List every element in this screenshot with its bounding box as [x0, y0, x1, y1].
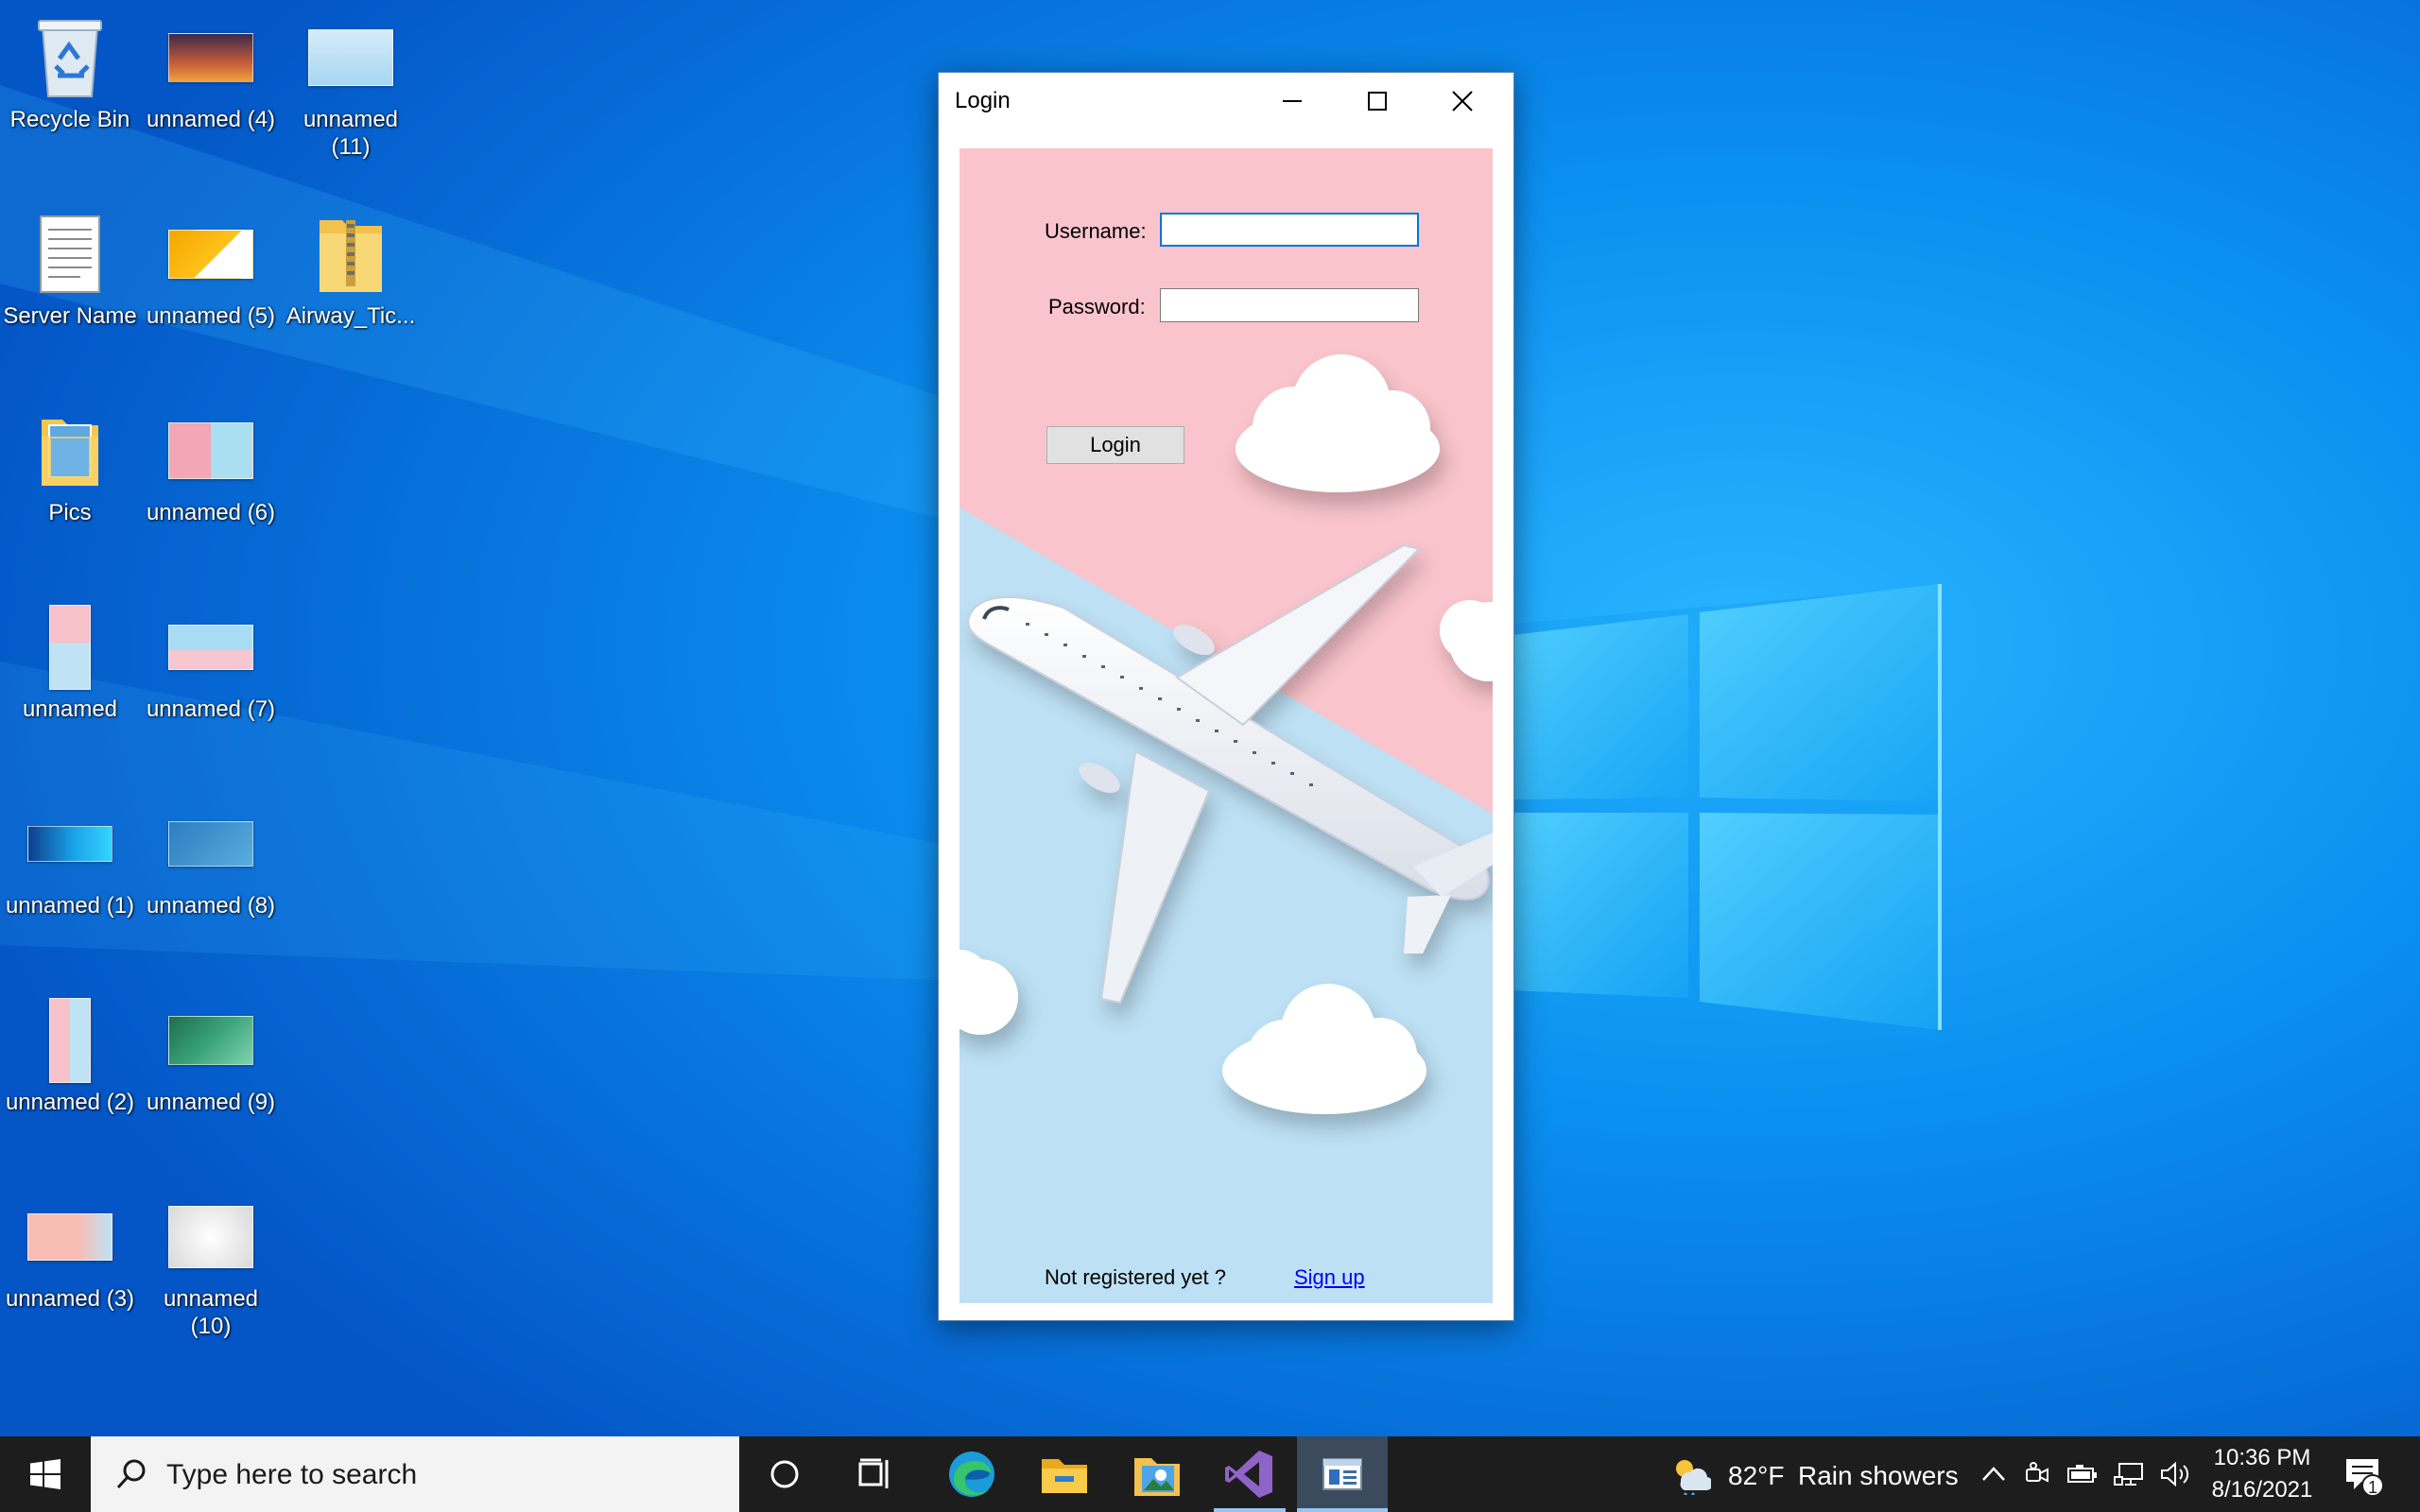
- desktop-icon-unnamed-11[interactable]: unnamed (11): [280, 15, 422, 161]
- minimize-button[interactable]: [1251, 73, 1334, 129]
- close-button[interactable]: [1421, 73, 1504, 129]
- desktop-icon-unnamed-1[interactable]: unnamed (1): [0, 801, 141, 919]
- desktop-icon-label: Pics: [48, 500, 92, 525]
- weather-temperature[interactable]: 82°F: [1728, 1461, 1784, 1491]
- clock-time[interactable]: 10:36 PM: [2212, 1445, 2312, 1471]
- image-thumbnail-icon: [27, 998, 112, 1083]
- photos-app-icon: [1134, 1458, 1180, 1496]
- desktop-icon-label: unnamed (5): [146, 303, 276, 329]
- desktop-icon-label: unnamed (4): [146, 107, 276, 132]
- login-window: Login Username: Password: Login Not regi…: [938, 72, 1514, 1321]
- login-app-icon: [1322, 1458, 1362, 1490]
- notification-count-badge: 1: [2361, 1474, 2384, 1497]
- minimize-icon: [1283, 100, 1302, 102]
- desktop-icon-recycle-bin[interactable]: Recycle Bin: [0, 15, 141, 133]
- desktop-icon-unnamed-4[interactable]: unnamed (4): [140, 15, 282, 133]
- desktop-icon-unnamed-9[interactable]: unnamed (9): [140, 998, 282, 1116]
- desktop-icon-label: Airway_Tic...: [285, 303, 416, 329]
- not-registered-text: Not registered yet ?: [1045, 1265, 1226, 1289]
- action-center-button[interactable]: 1: [2335, 1450, 2384, 1499]
- desktop-icon-unnamed[interactable]: unnamed: [0, 605, 141, 723]
- volume-icon[interactable]: [2159, 1460, 2191, 1488]
- cortana-icon: [770, 1460, 799, 1488]
- desktop-icon-unnamed-10[interactable]: unnamed (10): [140, 1194, 282, 1340]
- maximize-icon: [1368, 92, 1387, 111]
- cortana-button[interactable]: [739, 1436, 830, 1512]
- taskbar: Type here to search 82°F Rain showers 10…: [0, 1436, 2420, 1512]
- image-thumbnail-icon: [168, 408, 253, 493]
- password-input[interactable]: [1160, 288, 1419, 322]
- password-label: Password:: [1048, 295, 1146, 318]
- desktop-icon-airway-tic[interactable]: Airway_Tic...: [280, 212, 422, 330]
- file-explorer-button[interactable]: [1019, 1436, 1110, 1512]
- zip-folder-icon: [308, 212, 393, 297]
- desktop-icon-label: unnamed: [22, 696, 118, 722]
- image-thumbnail-icon: [168, 801, 253, 886]
- search-placeholder: Type here to search: [166, 1459, 418, 1490]
- desktop-icon-unnamed-3[interactable]: unnamed (3): [0, 1194, 141, 1313]
- desktop-icon-label: unnamed (2): [5, 1090, 135, 1115]
- username-label: Username:: [1045, 219, 1147, 243]
- close-icon: [1452, 91, 1473, 112]
- maximize-button[interactable]: [1336, 73, 1419, 129]
- image-thumbnail-icon: [168, 605, 253, 690]
- login-form: Username: Password: Login Not registered…: [959, 148, 1493, 1303]
- desktop-icon-unnamed-2[interactable]: unnamed (2): [0, 998, 141, 1116]
- task-view-icon: [858, 1458, 889, 1488]
- desktop-icon-label: unnamed (6): [146, 500, 276, 525]
- start-button[interactable]: [0, 1436, 91, 1512]
- desktop-icon-label: unnamed (7): [146, 696, 276, 722]
- edge-icon: [949, 1452, 994, 1497]
- edge-button[interactable]: [926, 1436, 1017, 1512]
- desktop-icon-label: unnamed (1): [5, 893, 135, 919]
- login-app-button[interactable]: [1297, 1436, 1388, 1512]
- desktop-icon-unnamed-8[interactable]: unnamed (8): [140, 801, 282, 919]
- search-icon: [116, 1459, 146, 1489]
- desktop-icon-label: unnamed (11): [302, 107, 399, 160]
- desktop-icon-unnamed-6[interactable]: unnamed (6): [140, 408, 282, 526]
- photos-button[interactable]: [1112, 1436, 1202, 1512]
- clock-date[interactable]: 8/16/2021: [2206, 1477, 2318, 1503]
- weather-icon: [1676, 1460, 1711, 1495]
- window-title: Login: [955, 88, 1011, 113]
- desktop-icon-unnamed-5[interactable]: unnamed (5): [140, 212, 282, 330]
- image-thumbnail-icon: [27, 605, 112, 690]
- image-thumbnail-icon: [27, 1194, 112, 1280]
- image-thumbnail-icon: [27, 801, 112, 886]
- image-thumbnail-icon: [168, 998, 253, 1083]
- battery-icon[interactable]: [2066, 1461, 2099, 1487]
- image-thumbnail-icon: [168, 15, 253, 100]
- desktop-icon-label: Recycle Bin: [9, 107, 130, 132]
- show-hidden-icons-icon[interactable]: [1981, 1465, 2006, 1484]
- visual-studio-button[interactable]: [1204, 1436, 1295, 1512]
- search-box[interactable]: Type here to search: [91, 1436, 739, 1512]
- image-thumbnail-icon: [308, 15, 393, 100]
- desktop-icon-server-name[interactable]: Server Name: [0, 212, 141, 330]
- image-thumbnail-icon: [168, 1194, 253, 1280]
- desktop-icon-label: unnamed (3): [5, 1286, 135, 1312]
- desktop-icon-label: unnamed (10): [163, 1286, 259, 1339]
- meet-now-icon[interactable]: [2023, 1460, 2051, 1488]
- desktop-icon-unnamed-7[interactable]: unnamed (7): [140, 605, 282, 723]
- image-thumbnail-icon: [168, 212, 253, 297]
- network-icon[interactable]: [2114, 1460, 2146, 1488]
- text-document-icon: [27, 212, 112, 297]
- weather-description[interactable]: Rain showers: [1798, 1461, 1959, 1491]
- photo-folder-icon: [27, 408, 112, 493]
- login-button[interactable]: Login: [1046, 426, 1184, 464]
- desktop-icon-pics[interactable]: Pics: [0, 408, 141, 526]
- desktop-icon-label: Server Name: [3, 303, 137, 329]
- windows-logo-icon: [30, 1459, 60, 1489]
- sign-up-link[interactable]: Sign up: [1294, 1265, 1365, 1290]
- task-view-button[interactable]: [830, 1436, 921, 1512]
- visual-studio-icon: [1225, 1451, 1272, 1498]
- file-explorer-icon: [1042, 1459, 1087, 1493]
- recycle-bin-icon: [27, 15, 112, 100]
- username-input[interactable]: [1160, 213, 1419, 247]
- desktop-icon-label: unnamed (8): [146, 893, 276, 919]
- window-titlebar[interactable]: Login: [939, 73, 1513, 129]
- desktop-icon-label: unnamed (9): [146, 1090, 276, 1115]
